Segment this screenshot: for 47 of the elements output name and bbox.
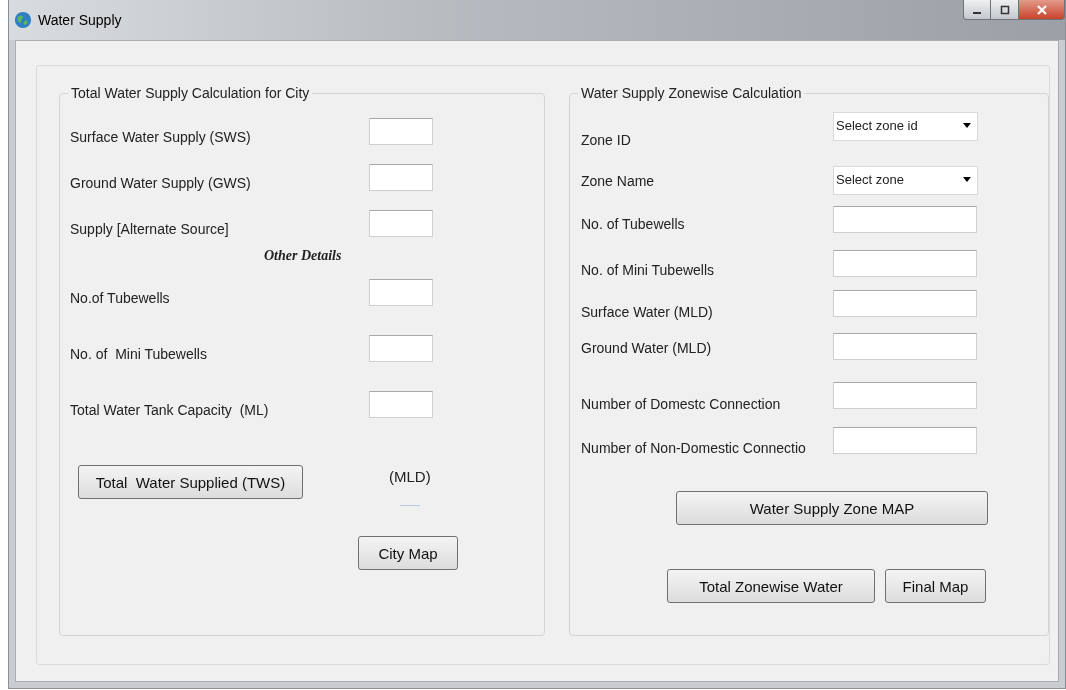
field-label: Number of Domestc Connection: [581, 395, 782, 412]
field-label: No. of Mini Tubewells: [581, 261, 716, 278]
total-button[interactable]: Total Water Supplied (TWS): [78, 465, 303, 499]
caret-icon: [963, 177, 971, 182]
input-field[interactable]: [369, 334, 433, 362]
field-label: Ground Water (MLD): [581, 339, 713, 356]
input-field[interactable]: [369, 117, 433, 145]
field-label: No. of Mini Tubewells: [70, 345, 208, 362]
group-title: Total Water Supply Calculation for City: [68, 85, 313, 101]
caret-icon: [963, 123, 971, 128]
input-field[interactable]: [833, 206, 977, 233]
input-field[interactable]: [833, 333, 977, 360]
field-label: Ground Water Supply (GWS): [70, 174, 252, 191]
dropdown[interactable]: Select zone id: [833, 112, 978, 141]
close-button[interactable]: [1019, 0, 1065, 20]
section-heading: Other Details: [264, 248, 342, 264]
field-label: No.of Tubewells: [70, 289, 171, 306]
map-button[interactable]: Water Supply Zone MAP: [676, 491, 988, 525]
total-button[interactable]: Total Zonewise Water: [667, 569, 875, 603]
field-label: Zone ID: [581, 131, 632, 148]
group-title: Water Supply Zonewise Calculation: [578, 85, 805, 101]
minimize-button[interactable]: [963, 0, 991, 20]
close-icon: [1035, 3, 1048, 16]
map-button[interactable]: Final Map: [885, 569, 986, 603]
input-field[interactable]: [833, 382, 977, 409]
input-field[interactable]: [369, 209, 433, 237]
maximize-button[interactable]: [991, 0, 1019, 20]
field-label: Zone Name: [581, 172, 656, 189]
field-label: Surface Water Supply (SWS): [70, 128, 252, 145]
minimize-icon: [973, 11, 981, 14]
window-title: Water Supply: [38, 12, 122, 28]
input-field[interactable]: [369, 163, 433, 191]
input-field[interactable]: [833, 427, 977, 454]
input-field[interactable]: [369, 390, 433, 418]
field-label: Surface Water (MLD): [581, 303, 714, 320]
dropdown[interactable]: Select zone: [833, 166, 978, 195]
input-field[interactable]: [833, 290, 977, 317]
maximize-icon: [998, 3, 1011, 16]
field-label: No. of Tubewells: [581, 215, 686, 232]
field-label: Supply [Alternate Source]: [70, 220, 230, 237]
field-label: Total Water Tank Capacity (ML): [70, 401, 270, 418]
unit-label: (MLD): [389, 468, 431, 485]
input-field[interactable]: [833, 250, 977, 277]
field-label: Number of Non-Domestic Connectio: [581, 439, 807, 456]
globe-icon: [14, 11, 32, 29]
map-button[interactable]: City Map: [358, 536, 458, 570]
input-field[interactable]: [369, 278, 433, 306]
